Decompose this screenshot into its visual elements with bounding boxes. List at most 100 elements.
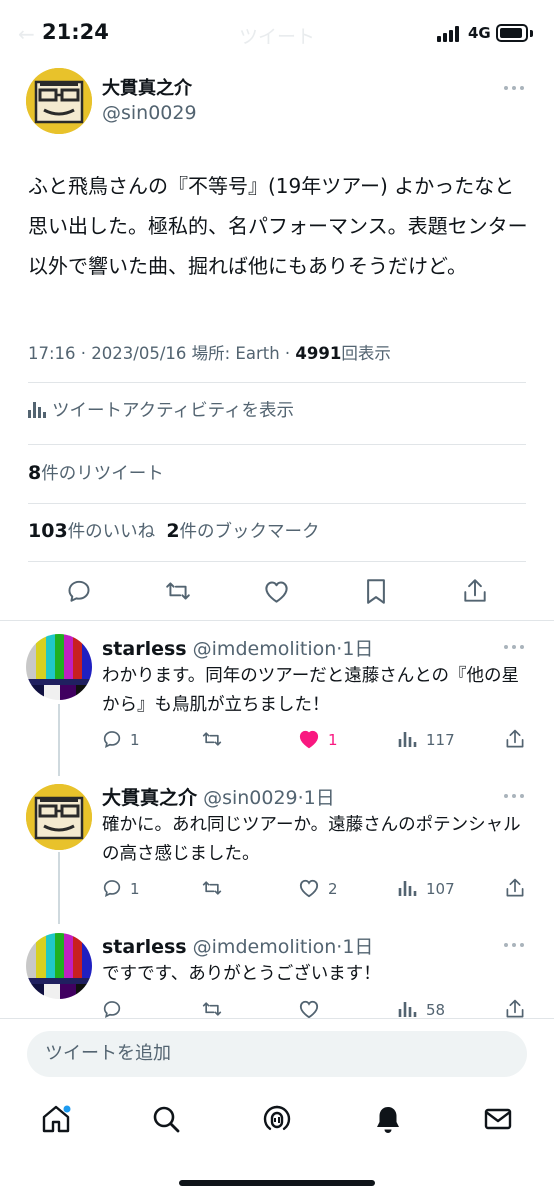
- share-icon[interactable]: [462, 577, 488, 605]
- retweet-label: 件のリツイート: [41, 464, 164, 484]
- status-bar: ← ツイート 21:24 4G: [0, 0, 554, 66]
- reply-text: 確かに。あれ同じツアーか。遠藤さんのポテンシャルの高さ感じました。: [102, 815, 521, 864]
- views-icon: [398, 1002, 417, 1017]
- home-icon[interactable]: [40, 1103, 72, 1135]
- reply-action-views[interactable]: 107: [398, 878, 455, 898]
- home-indicator: [179, 1180, 375, 1186]
- like-icon-filled: [299, 730, 319, 749]
- bookmark-count: 2: [166, 520, 180, 542]
- battery-icon: [496, 24, 528, 42]
- reply-author-handle[interactable]: @sin0029: [203, 787, 298, 809]
- retweet-icon[interactable]: [164, 578, 192, 604]
- divider: [28, 503, 526, 504]
- reply-time[interactable]: ·1日: [336, 638, 373, 660]
- reply-count: 1: [130, 731, 140, 749]
- reply-action-reply[interactable]: 1: [102, 878, 140, 898]
- reply-header: starless @imdemolition·1日: [102, 932, 373, 959]
- more-options-icon[interactable]: [504, 642, 528, 652]
- author-avatar[interactable]: [26, 68, 92, 134]
- divider: [28, 444, 526, 445]
- bookmark-label: 件のブックマーク: [179, 522, 320, 542]
- retweet-icon: [202, 881, 222, 895]
- reply-text: わかります。同年のツアーだと遠藤さんとの『他の星から』も鳥肌が立ちました！: [102, 666, 520, 715]
- bookmarks-stat[interactable]: 2件のブックマーク: [166, 520, 320, 542]
- reply-action-views[interactable]: 117: [398, 729, 455, 749]
- retweets-stat[interactable]: 8件のリツイート: [28, 460, 164, 485]
- like-icon: [299, 879, 319, 898]
- reply-time[interactable]: ·1日: [336, 936, 373, 958]
- search-icon[interactable]: [150, 1103, 182, 1135]
- views-icon: [398, 881, 417, 896]
- view-count: 4991: [295, 344, 342, 363]
- thread-line: [58, 704, 60, 776]
- reply-author-name[interactable]: 大貫真之介: [102, 787, 197, 809]
- bookmark-icon[interactable]: [364, 578, 388, 605]
- tweet-activity-link[interactable]: ツイートアクティビティを表示: [28, 397, 294, 422]
- divider: [28, 382, 526, 383]
- share-icon[interactable]: [504, 877, 526, 899]
- reply-action-retweet[interactable]: [201, 878, 231, 898]
- tweet-meta: 17:16 · 2023/05/16 場所: Earth · 4991回表示: [28, 340, 391, 364]
- reply-avatar[interactable]: [26, 634, 92, 700]
- reply-author-handle[interactable]: @imdemolition: [193, 936, 337, 958]
- like-icon: [299, 1000, 319, 1019]
- reply-text: ですです、ありがとうございます！: [102, 964, 381, 984]
- like-count: 2: [328, 880, 338, 898]
- spaces-icon[interactable]: [261, 1103, 293, 1135]
- reply-header: starless @imdemolition·1日: [102, 634, 373, 661]
- more-options-icon[interactable]: [504, 83, 528, 93]
- likes-stat[interactable]: 103件のいいね: [28, 520, 156, 542]
- author-name[interactable]: 大貫真之介: [102, 74, 192, 100]
- like-label: 件のいいね: [67, 522, 156, 542]
- like-icon[interactable]: [263, 579, 290, 604]
- tweet-activity-label: ツイートアクティビティを表示: [52, 401, 295, 421]
- more-options-icon[interactable]: [504, 791, 528, 801]
- reply-action-reply[interactable]: 1: [102, 729, 140, 749]
- reply-action-like[interactable]: [298, 999, 328, 1019]
- reply-action-reply[interactable]: [102, 999, 130, 1019]
- divider: [28, 561, 526, 562]
- like-count: 1: [328, 731, 338, 749]
- reply-author-name[interactable]: starless: [102, 638, 187, 660]
- signal-icon: [437, 26, 463, 42]
- reply-icon: [103, 1001, 121, 1018]
- view-count-label: 回表示: [341, 344, 391, 363]
- reply-author-name[interactable]: starless: [102, 936, 187, 958]
- reply-action-views[interactable]: 58: [398, 999, 445, 1019]
- network-label: 4G: [468, 24, 491, 42]
- tweet-timestamp-location: 17:16 · 2023/05/16 場所: Earth ·: [28, 344, 296, 363]
- retweet-icon: [202, 1002, 222, 1016]
- reply-avatar[interactable]: [26, 933, 92, 999]
- reply-action-like[interactable]: 1: [298, 729, 338, 749]
- reply-icon: [103, 880, 121, 897]
- view-count: 58: [426, 1001, 446, 1019]
- view-count: 107: [426, 880, 455, 898]
- reply-header: 大貫真之介 @sin0029·1日: [102, 783, 335, 810]
- reply-compose-input[interactable]: ツイートを追加: [27, 1031, 527, 1077]
- reply-icon: [103, 731, 121, 748]
- like-count: 103: [28, 520, 68, 542]
- analytics-icon: [28, 402, 46, 418]
- status-time: 21:24: [42, 20, 109, 44]
- tweet-text: ふと飛鳥さんの『不等号』(19年ツアー) よかったなと思い出した。極私的、名パフ…: [28, 174, 528, 278]
- reply-action-retweet[interactable]: [201, 999, 231, 1019]
- reply-action-retweet[interactable]: [201, 729, 231, 749]
- reply-avatar[interactable]: [26, 784, 92, 850]
- retweet-icon: [202, 732, 222, 746]
- author-handle[interactable]: @sin0029: [102, 102, 197, 124]
- share-icon[interactable]: [504, 728, 526, 750]
- messages-icon[interactable]: [482, 1103, 514, 1135]
- share-icon[interactable]: [504, 998, 526, 1020]
- reply-time[interactable]: ·1日: [298, 787, 335, 809]
- notifications-icon[interactable]: [372, 1103, 404, 1135]
- views-icon: [398, 732, 417, 747]
- reply-author-handle[interactable]: @imdemolition: [193, 638, 337, 660]
- reply-icon[interactable]: [66, 578, 92, 604]
- reply-count: 1: [130, 880, 140, 898]
- more-options-icon[interactable]: [504, 940, 528, 950]
- view-count: 117: [426, 731, 455, 749]
- retweet-count: 8: [28, 462, 42, 484]
- reply-action-like[interactable]: 2: [298, 878, 338, 898]
- divider: [0, 620, 554, 621]
- likes-bookmarks-stat: 103件のいいね 2件のブックマーク: [28, 518, 320, 543]
